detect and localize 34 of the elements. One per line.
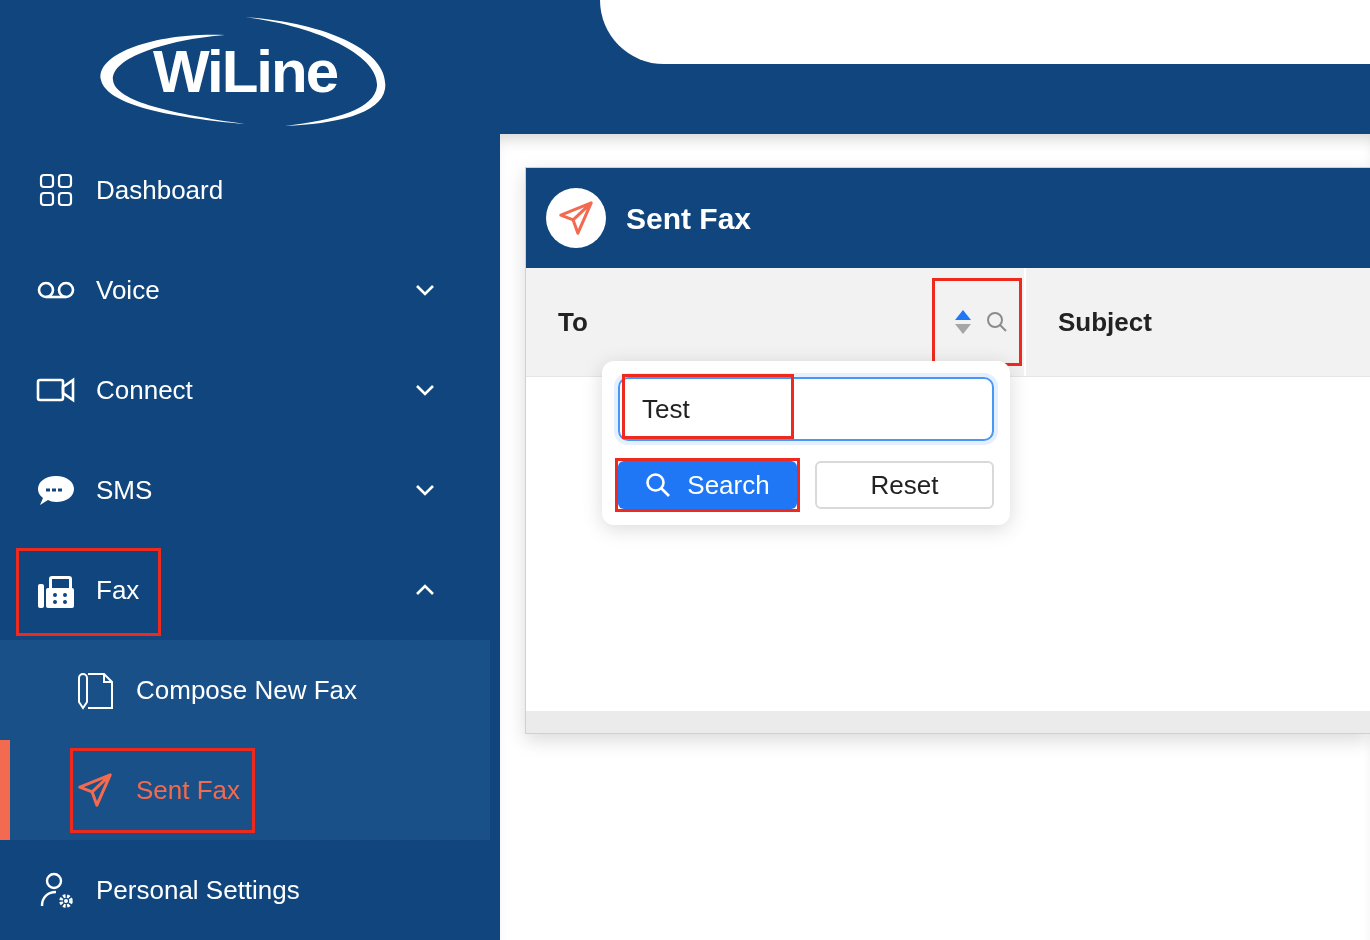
sidebar-item-label: SMS [96,473,153,507]
sidebar-item[interactable]: Fax [0,540,500,640]
document-pen-icon [76,670,114,710]
card-title: Sent Fax [626,200,752,237]
submenu-item-label: Sent Fax [136,773,241,807]
submenu-item-label: Compose New Fax [136,673,358,707]
column-header[interactable]: Subject [1026,268,1370,376]
column-header-label: Subject [1058,305,1152,339]
sidebar-item-label: Dashboard [96,173,224,207]
sidebar-item[interactable]: Connect [0,340,500,440]
reset-button[interactable]: Reset [815,461,994,509]
sidebar-item[interactable]: Voice [0,240,500,340]
horizontal-scrollbar[interactable] [526,711,1370,733]
paper-plane-icon [557,199,595,237]
paper-plane-icon [76,771,114,809]
search-button[interactable]: Search [618,461,797,509]
grid-icon [38,172,74,208]
sidebar-item[interactable]: SMS [0,440,500,540]
sort-icon[interactable] [954,308,972,336]
sidebar-item-label: Voice [96,273,160,307]
column-header-label: To [558,305,588,339]
sidebar-item-label: Personal Settings [96,873,300,907]
chevron-down-icon [414,483,436,497]
logo-wordmark: WiLine [152,42,338,102]
sidebar-item-label: Connect [96,373,193,407]
sidebar-item[interactable]: Personal Settings [0,840,500,940]
chevron-down-icon [414,383,436,397]
sidebar-item-label: Fax [96,573,140,607]
chevron-up-icon [414,583,436,597]
chevron-down-icon [414,283,436,297]
sidebar-item[interactable]: Dashboard [0,140,500,240]
search-icon [645,472,672,498]
search-icon[interactable] [986,311,1008,333]
submenu-item[interactable]: Compose New Fax [0,640,490,740]
